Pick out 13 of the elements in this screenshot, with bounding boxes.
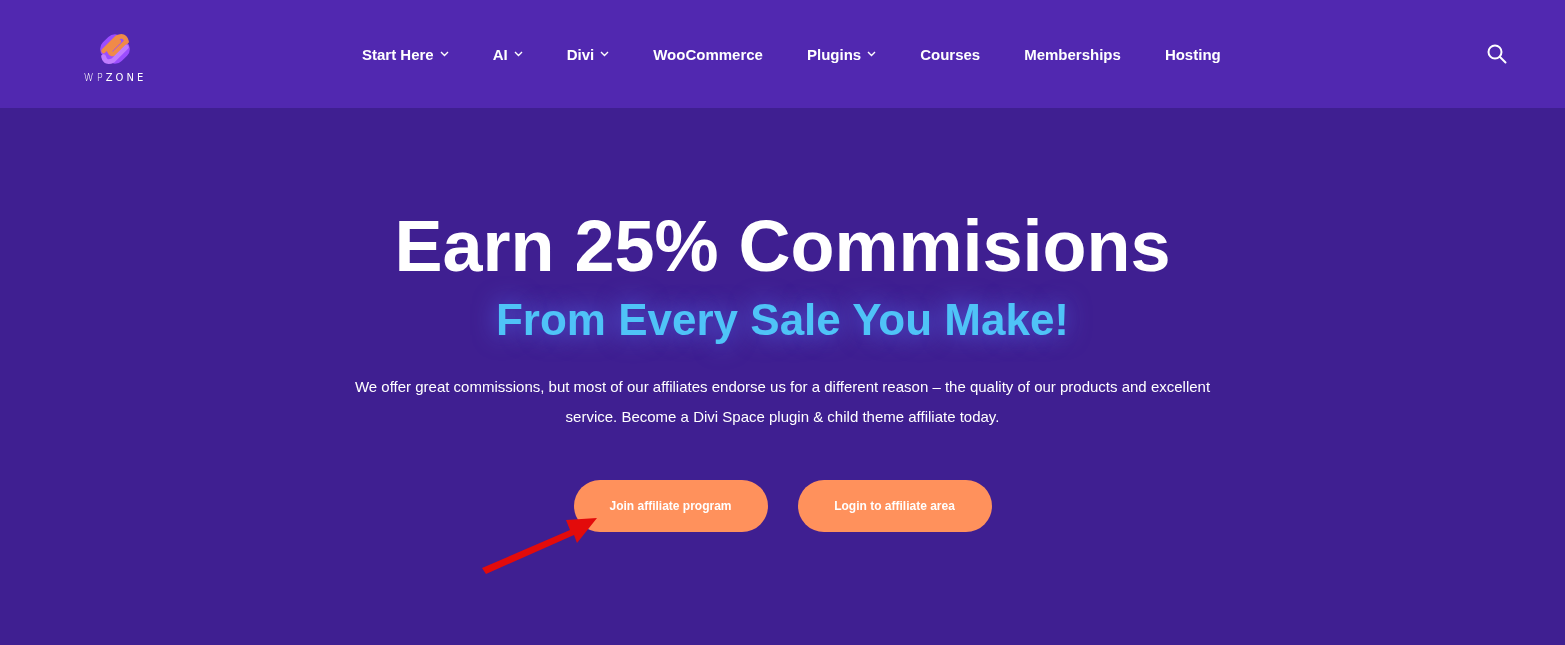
hero-subtitle: From Every Sale You Make! bbox=[494, 294, 1071, 346]
nav-link[interactable]: WooCommerce bbox=[631, 45, 785, 63]
hero-title: Earn 25% Commisions bbox=[394, 205, 1171, 288]
nav-link[interactable]: Plugins bbox=[784, 45, 899, 63]
nav-link[interactable]: Memberships bbox=[1002, 45, 1143, 63]
nav-link[interactable]: Divi bbox=[544, 45, 632, 63]
search-icon[interactable] bbox=[1487, 44, 1507, 64]
nav-link[interactable]: Start Here bbox=[340, 45, 471, 63]
nav-link[interactable]: AI bbox=[470, 45, 545, 63]
hero-description: We offer great commissions, but most of our affiliates endorse us for a different reason – the quality of our products and excellent service. Become a Divi Space plugin & child theme affiliate today. bbox=[353, 377, 1212, 427]
logo-wordmark[interactable]: WPZONE bbox=[83, 71, 147, 83]
nav-link[interactable]: Hosting bbox=[1142, 45, 1243, 63]
nav-link[interactable]: Courses bbox=[898, 45, 1003, 63]
